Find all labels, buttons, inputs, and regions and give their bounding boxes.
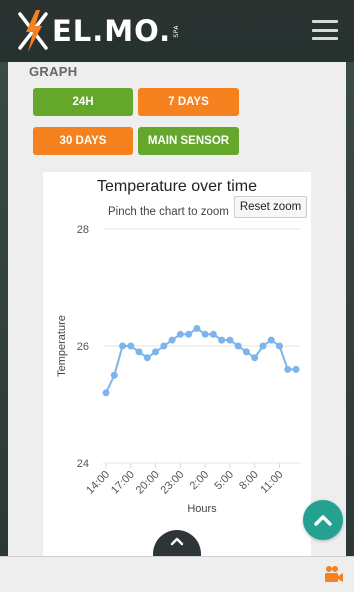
data-point	[160, 342, 168, 350]
data-point	[135, 348, 143, 356]
x-tick-label: 14:00	[84, 469, 112, 497]
data-point	[193, 324, 201, 332]
y-tick-label: 26	[77, 341, 89, 353]
temperature-series-line	[105, 327, 296, 394]
video-camera-icon[interactable]	[324, 565, 344, 583]
chevron-up-icon	[170, 537, 184, 546]
data-point	[284, 365, 292, 373]
right-frame-border	[346, 62, 354, 556]
section-title: GRAPH	[29, 64, 78, 79]
y-tick-label: 24	[77, 458, 89, 470]
graph-panel: GRAPH 24H 7 DAYS 30 DAYS MAIN SENSOR 24 2…	[8, 62, 346, 556]
data-point	[275, 342, 283, 350]
brand-name: EL.MO.	[52, 14, 172, 48]
hamburger-menu-icon[interactable]	[312, 20, 338, 40]
data-point	[127, 342, 135, 350]
data-point	[267, 336, 275, 344]
x-tick-label: 20:00	[134, 469, 162, 497]
data-point	[251, 354, 259, 362]
range-30days-button[interactable]: 30 DAYS	[33, 127, 133, 155]
range-24h-button[interactable]: 24H	[33, 88, 133, 116]
x-axis-title: Hours	[187, 503, 217, 515]
x-tick-label: 11:00	[258, 469, 285, 496]
temperature-chart[interactable]: 24 26 28 Temperature 14:00 17:00 20:00 23:00 2:0…	[43, 172, 311, 556]
data-point	[110, 371, 118, 379]
app-header: EL.MO. SPA	[0, 0, 354, 62]
y-tick-label: 28	[77, 224, 89, 236]
data-point	[292, 365, 300, 373]
footer-bar	[0, 556, 354, 592]
range-7days-button[interactable]: 7 DAYS	[138, 88, 239, 116]
lightning-cross-logo-icon	[18, 10, 48, 52]
chart-subtitle: Pinch the chart to zoom	[108, 206, 229, 218]
main-sensor-button[interactable]: MAIN SENSOR	[138, 127, 239, 155]
data-point	[143, 354, 151, 362]
data-point	[218, 336, 226, 344]
data-point	[168, 336, 176, 344]
data-point	[234, 342, 242, 350]
x-tick-label: 17:00	[109, 469, 137, 497]
data-point	[152, 348, 160, 356]
x-tick-label: 8:00	[237, 469, 261, 493]
chart-title: Temperature over time	[96, 178, 258, 195]
left-frame-border	[0, 62, 8, 556]
data-point	[102, 389, 110, 397]
data-point	[226, 336, 234, 344]
chart-canvas[interactable]: 24 26 28 Temperature 14:0017:0020:0023:00 2:0…	[43, 172, 311, 556]
data-point	[242, 348, 250, 356]
chevron-up-icon	[314, 515, 332, 526]
x-tick-label: 5:00	[212, 469, 236, 493]
data-point	[185, 330, 193, 338]
data-point	[209, 330, 217, 338]
data-point	[176, 330, 184, 338]
reset-zoom-button[interactable]: Reset zoom	[234, 196, 307, 218]
y-axis-title: Temperature	[56, 315, 68, 377]
data-point	[259, 342, 267, 350]
data-point	[201, 330, 209, 338]
scroll-to-top-button[interactable]	[303, 500, 343, 540]
data-point	[119, 342, 127, 350]
x-tick-label: 2:00	[188, 469, 212, 493]
elmo-logo: EL.MO. SPA	[16, 8, 180, 54]
x-tick-label: 23:00	[159, 469, 187, 497]
brand-suffix: SPA	[173, 24, 181, 38]
